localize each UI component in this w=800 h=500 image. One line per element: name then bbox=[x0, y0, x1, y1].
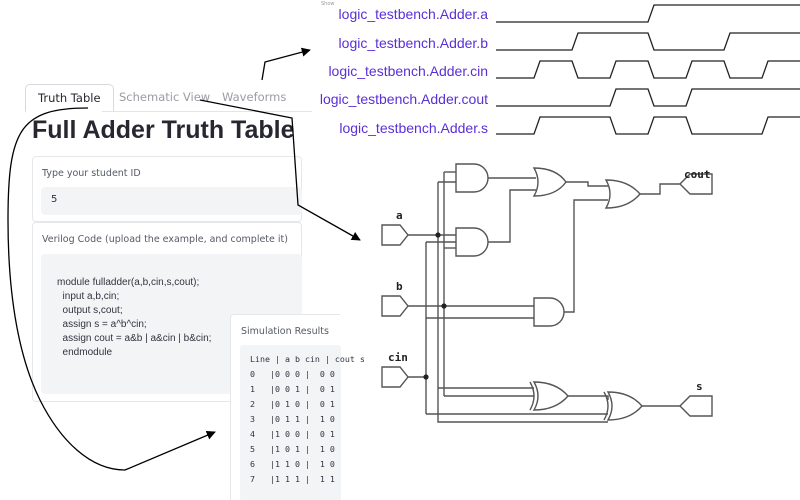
code-line: endmodule bbox=[57, 347, 113, 358]
simulation-row: 5 |1 0 1 | 1 0 bbox=[250, 444, 335, 454]
simulation-results-title: Simulation Results bbox=[241, 326, 329, 337]
waveform-trace bbox=[496, 116, 800, 135]
signal-label-a: logic_testbench.Adder.a bbox=[338, 6, 488, 22]
tab-divider bbox=[102, 111, 312, 112]
code-line: output s,cout; bbox=[57, 305, 123, 316]
waveform-traces bbox=[496, 4, 800, 135]
simulation-output: Line | a b cin | cout s 0 |0 0 0 | 0 0 1… bbox=[240, 345, 365, 500]
input-port-a bbox=[381, 224, 409, 246]
waveform-viewer: Show logic_testbench.Adder.a logic_testb… bbox=[318, 0, 800, 142]
tab-bar: Truth Table Schematic View Waveforms bbox=[22, 80, 312, 112]
simulation-row: 7 |1 1 1 | 1 1 bbox=[250, 474, 335, 484]
simulation-row: 4 |1 0 0 | 0 1 bbox=[250, 429, 335, 439]
waveform-trace bbox=[496, 60, 800, 79]
pin-label-cout: cout bbox=[684, 168, 711, 181]
waveform-show-label: Show bbox=[321, 1, 335, 7]
pin-label-b: b bbox=[396, 280, 403, 293]
or-gate-2 bbox=[604, 179, 641, 209]
and-gate-1 bbox=[455, 163, 489, 193]
and-gate-3 bbox=[533, 297, 565, 327]
waveform-trace bbox=[496, 88, 800, 107]
signal-label-s: logic_testbench.Adder.s bbox=[339, 120, 488, 136]
tab-truth-table[interactable]: Truth Table bbox=[25, 84, 114, 112]
waveform-trace bbox=[496, 32, 800, 51]
tab-waveforms[interactable]: Waveforms bbox=[210, 84, 298, 112]
tab-schematic-view[interactable]: Schematic View bbox=[107, 84, 222, 112]
waveform-trace bbox=[496, 4, 800, 23]
code-line: assign s = a^b^cin; bbox=[57, 319, 147, 330]
simulation-row: 0 |0 0 0 | 0 0 bbox=[250, 369, 335, 379]
code-line: input a,b,cin; bbox=[57, 291, 120, 302]
xor-gate-2 bbox=[606, 391, 643, 421]
simulation-results-panel: Simulation Results Line | a b cin | cout… bbox=[230, 314, 365, 500]
code-line: assign cout = a&b | a&cin | b&cin; bbox=[57, 333, 212, 344]
arrow-to-waveforms bbox=[261, 47, 311, 81]
pin-label-s: s bbox=[696, 380, 703, 393]
output-port-s bbox=[679, 395, 713, 417]
verilog-code-label: Verilog Code (upload the example, and co… bbox=[42, 234, 288, 245]
input-port-b bbox=[381, 295, 409, 317]
simulation-row: 1 |0 0 1 | 0 1 bbox=[250, 384, 335, 394]
student-id-label: Type your student ID bbox=[42, 168, 141, 179]
xor-gate-1 bbox=[532, 381, 569, 411]
signal-label-cin: logic_testbench.Adder.cin bbox=[328, 63, 488, 79]
signal-label-b: logic_testbench.Adder.b bbox=[338, 35, 488, 51]
code-line: module fulladder(a,b,cin,s,cout); bbox=[57, 277, 200, 288]
simulation-row: 2 |0 1 0 | 0 1 bbox=[250, 399, 335, 409]
simulation-row: 6 |1 1 0 | 1 0 bbox=[250, 459, 335, 469]
page-title: Full Adder Truth Table bbox=[32, 116, 295, 144]
input-port-cin bbox=[381, 366, 409, 388]
pin-label-a: a bbox=[396, 209, 403, 222]
simulation-row: 3 |0 1 1 | 1 0 bbox=[250, 414, 335, 424]
student-id-input[interactable]: 5 bbox=[41, 187, 302, 215]
full-adder-schematic: a b cin cout s bbox=[381, 163, 713, 423]
simulation-header: Line | a b cin | cout s bbox=[250, 354, 365, 364]
signal-label-cout: logic_testbench.Adder.cout bbox=[319, 91, 488, 107]
and-gate-2 bbox=[455, 227, 489, 257]
pin-label-cin: cin bbox=[388, 351, 408, 364]
or-gate-1 bbox=[532, 167, 567, 197]
